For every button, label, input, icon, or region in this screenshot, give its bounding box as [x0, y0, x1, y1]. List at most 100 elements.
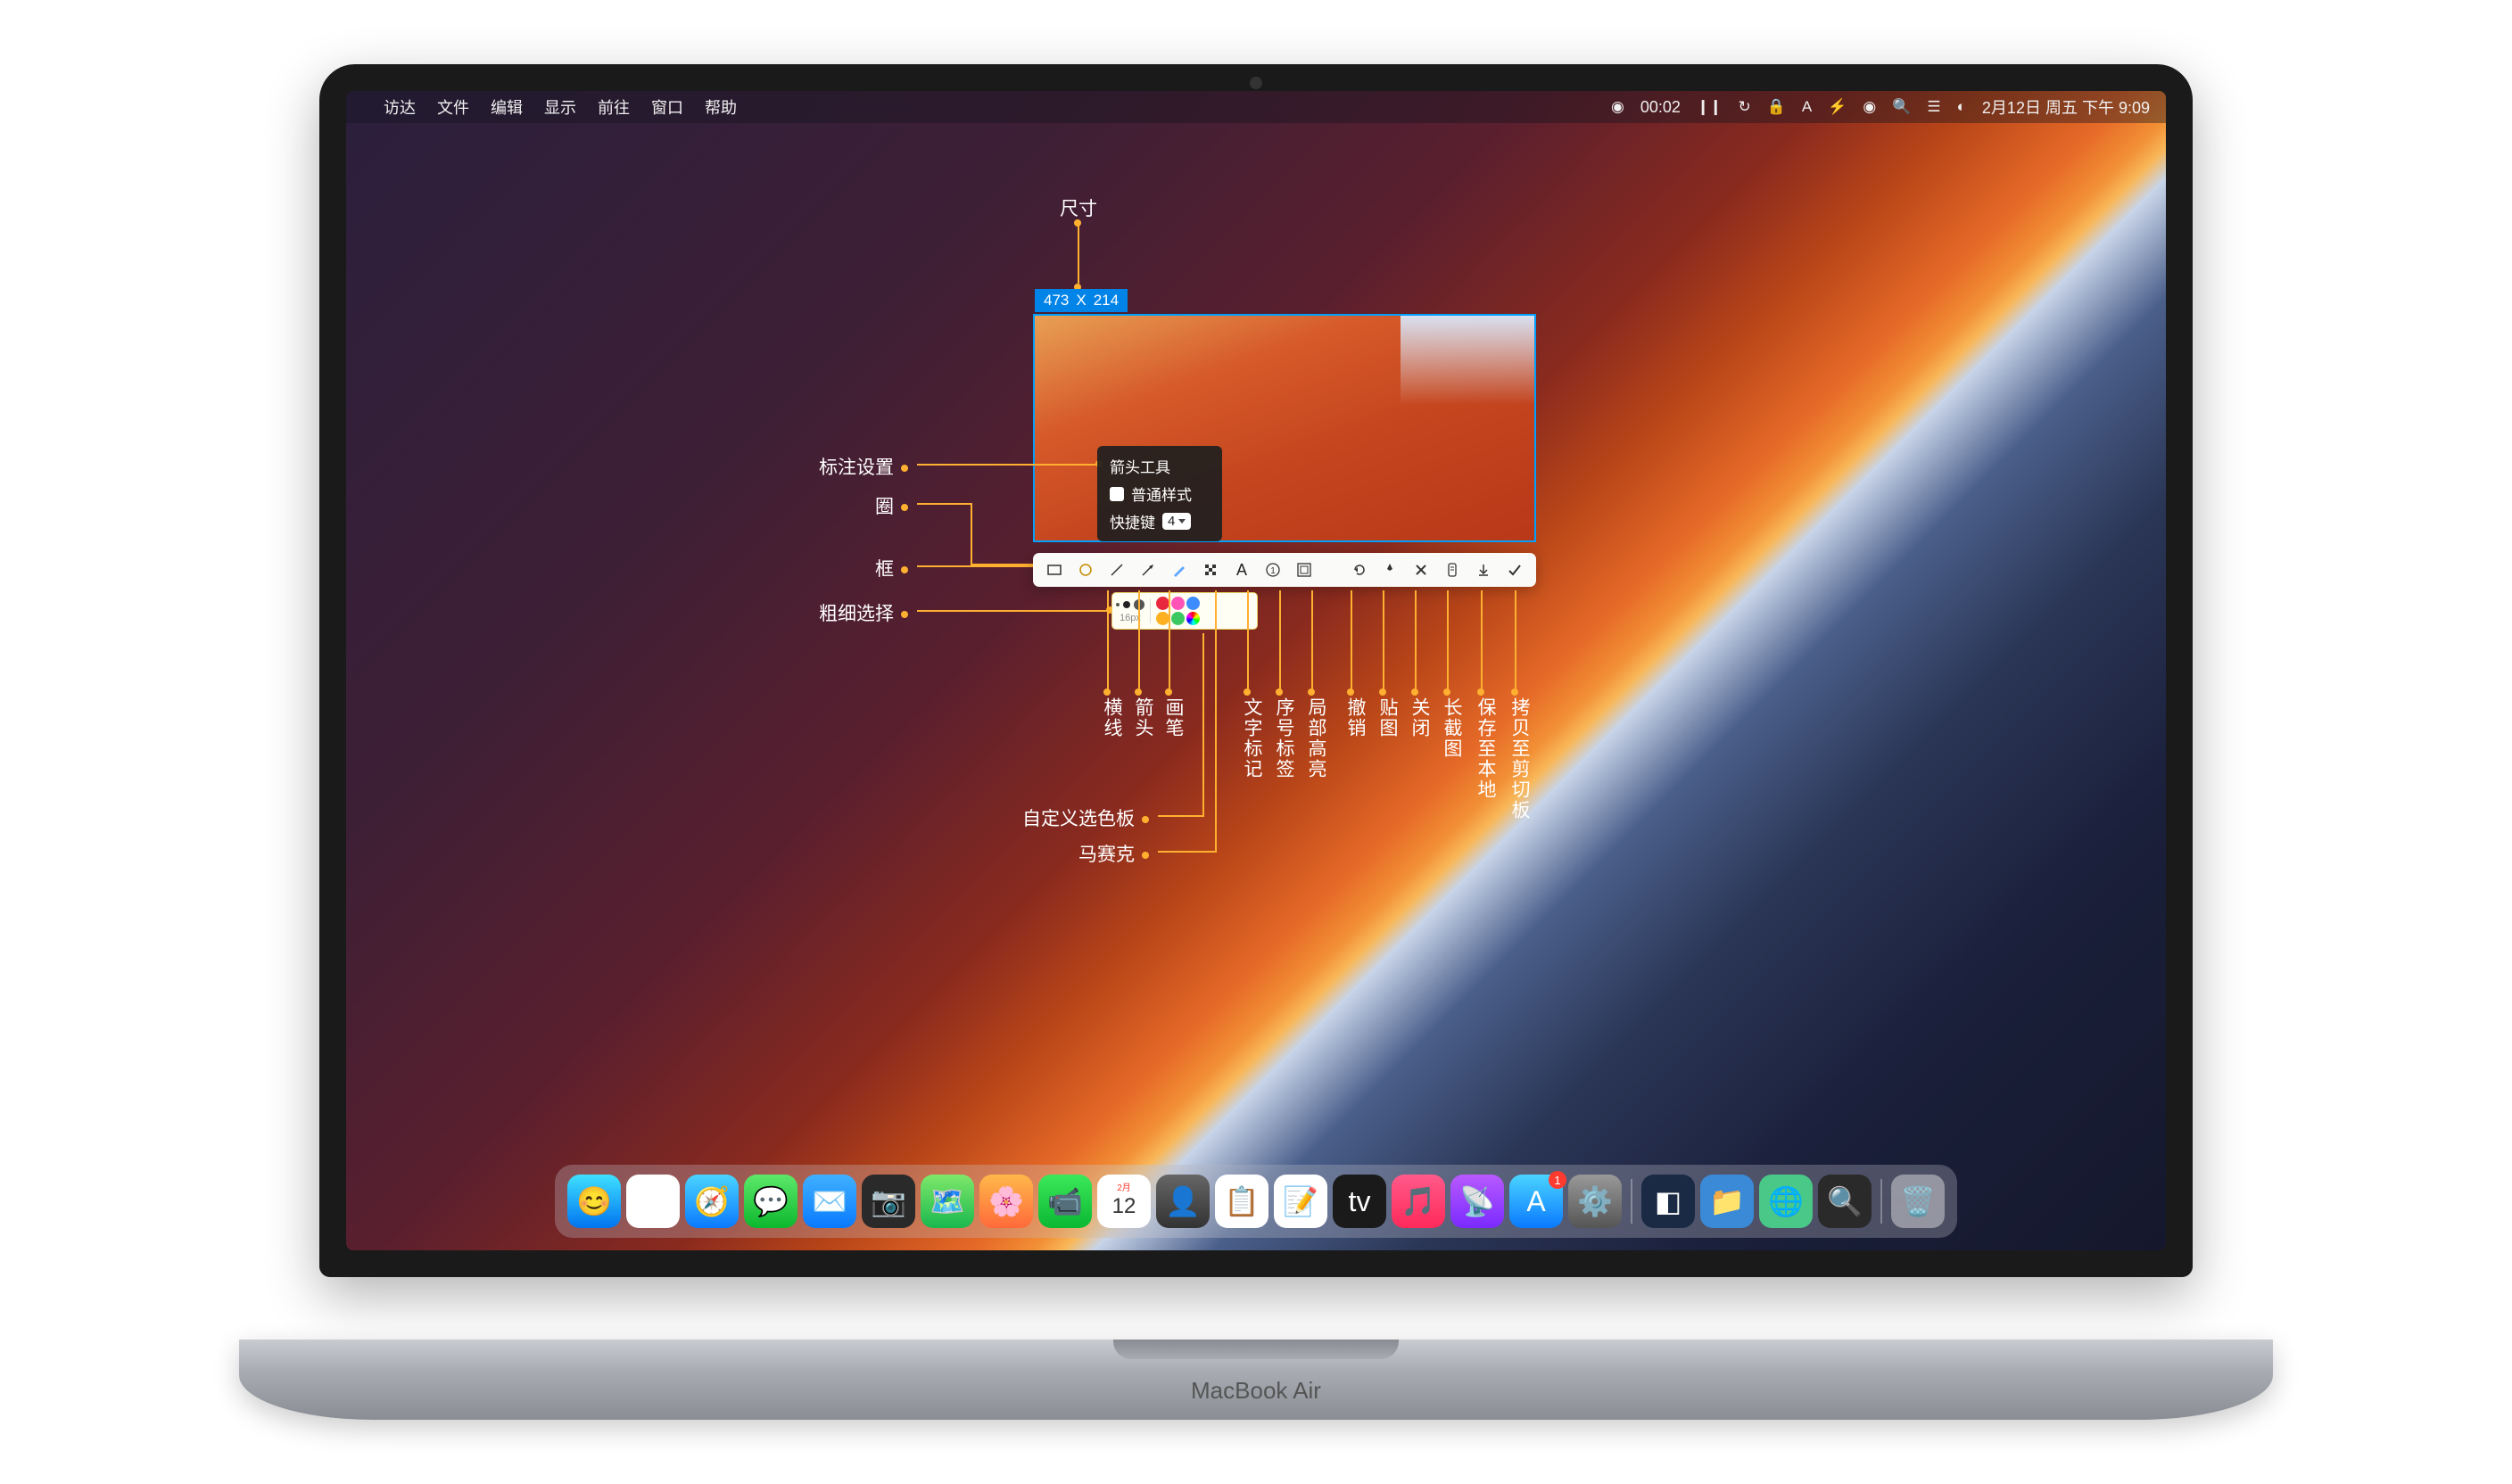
ann-dot [1379, 688, 1386, 696]
ann-dot [1276, 688, 1283, 696]
tool-circle[interactable] [1071, 556, 1100, 583]
ann-circle: 圈 [828, 492, 908, 519]
ann-dot [1165, 688, 1172, 696]
tool-highlight[interactable] [1290, 556, 1318, 583]
menubar: 访达 文件 编辑 显示 前往 窗口 帮助 ◉ 00:02 ❙❙ ↻ 🔒 A ⚡ … [346, 91, 2166, 123]
dock-trash[interactable]: 🗑️ [1891, 1175, 1945, 1228]
dock-music[interactable]: 🎵 [1392, 1175, 1445, 1228]
swatch-custom[interactable] [1186, 612, 1200, 625]
hotkey-dropdown[interactable]: 4 [1162, 513, 1191, 530]
dock-contacts[interactable]: 👤 [1156, 1175, 1210, 1228]
dock-reminders[interactable]: 📋 [1215, 1175, 1268, 1228]
ann-line [917, 464, 1095, 466]
control-center-icon[interactable]: ☰ [1927, 98, 1940, 116]
datetime[interactable]: 2月12日 周五 下午 9:09 [1982, 95, 2150, 119]
lock-icon[interactable]: 🔒 [1767, 98, 1786, 116]
size-badge: 473 X 214 [1035, 289, 1128, 312]
ann-line [917, 503, 971, 505]
swatch-pink[interactable] [1171, 597, 1185, 610]
vlabel-save: 保存至本地 [1472, 697, 1499, 800]
style-checkbox[interactable] [1110, 487, 1124, 501]
tool-text[interactable]: A [1227, 556, 1256, 583]
menu-window[interactable]: 窗口 [651, 95, 683, 119]
laptop-hinge-notch [1113, 1340, 1399, 1359]
ann-line [1279, 590, 1281, 690]
vlabel-line: 横线 [1098, 697, 1125, 738]
record-time: 00:02 [1640, 98, 1681, 117]
tool-close[interactable] [1407, 556, 1435, 583]
swatch-red[interactable] [1156, 597, 1169, 610]
tool-rect[interactable] [1040, 556, 1069, 583]
dock-settings[interactable]: ⚙️ [1568, 1175, 1622, 1228]
vlabel-arrow: 箭头 [1129, 697, 1156, 738]
ann-line [1158, 815, 1202, 817]
menu-view[interactable]: 显示 [544, 95, 576, 119]
tool-number[interactable]: 1 [1259, 556, 1287, 583]
tool-pin[interactable] [1376, 556, 1404, 583]
vlabel-copy: 拷贝至剪切板 [1506, 697, 1533, 820]
dock-tv[interactable]: tv [1333, 1175, 1386, 1228]
sync-icon[interactable]: ↻ [1738, 98, 1750, 116]
swatch-blue[interactable] [1186, 597, 1200, 610]
dock-finder[interactable]: 😊 [567, 1175, 621, 1228]
screen-frame: 访达 文件 编辑 显示 前往 窗口 帮助 ◉ 00:02 ❙❙ ↻ 🔒 A ⚡ … [319, 64, 2193, 1277]
color-swatches [1156, 597, 1200, 625]
swatch-green[interactable] [1171, 612, 1185, 625]
search-icon[interactable]: 🔍 [1892, 98, 1911, 116]
dock-screenshot[interactable]: 📷 [862, 1175, 915, 1228]
menu-finder[interactable]: 访达 [384, 95, 416, 119]
ann-line [917, 610, 1110, 612]
dock-notes[interactable]: 📝 [1274, 1175, 1327, 1228]
ann-line [1247, 590, 1249, 690]
dock-photos[interactable]: 🌸 [979, 1175, 1033, 1228]
dock-app2[interactable]: 📁 [1700, 1175, 1754, 1228]
tool-undo[interactable] [1344, 556, 1373, 583]
laptop-mockup: 访达 文件 编辑 显示 前往 窗口 帮助 ◉ 00:02 ❙❙ ↻ 🔒 A ⚡ … [239, 64, 2273, 1420]
menu-help[interactable]: 帮助 [705, 95, 737, 119]
dock-appstore[interactable]: A [1509, 1175, 1563, 1228]
pause-icon[interactable]: ❙❙ [1697, 98, 1723, 116]
tool-scroll-capture[interactable] [1438, 556, 1467, 583]
ann-mosaic: 马赛克 [1006, 840, 1149, 867]
siri-icon[interactable]: ◐ [1957, 98, 1966, 116]
dock-messages[interactable]: 💬 [744, 1175, 797, 1228]
ann-line [1383, 590, 1384, 690]
dock-podcasts[interactable]: 📡 [1450, 1175, 1504, 1228]
hotkey-label: 快捷键 [1110, 510, 1155, 532]
record-icon[interactable]: ◉ [1611, 98, 1624, 116]
dock-launchpad[interactable]: ⊞ [626, 1175, 680, 1228]
vlabel-text: 文字标记 [1238, 697, 1265, 779]
ann-palette: 自定义选色板 [971, 804, 1149, 831]
tool-arrow[interactable] [1134, 556, 1162, 583]
ann-line [1447, 590, 1449, 690]
dock-app1[interactable]: ◧ [1641, 1175, 1695, 1228]
dock-calendar[interactable]: 2月12 [1097, 1175, 1151, 1228]
tool-copy[interactable] [1500, 556, 1529, 583]
vlabel-pin: 贴图 [1374, 697, 1401, 738]
ann-line [971, 503, 972, 565]
dock-app3[interactable]: 🌐 [1759, 1175, 1813, 1228]
input-icon[interactable]: A [1802, 98, 1812, 116]
tool-pen[interactable] [1165, 556, 1194, 583]
menu-edit[interactable]: 编辑 [491, 95, 523, 119]
wifi-icon[interactable]: ◉ [1863, 98, 1876, 116]
dock-app4[interactable]: 🔍 [1818, 1175, 1872, 1228]
dock-safari[interactable]: 🧭 [685, 1175, 739, 1228]
dock-facetime[interactable]: 📹 [1038, 1175, 1092, 1228]
camera-notch [1250, 77, 1262, 89]
size-selector[interactable]: 16px [1116, 599, 1144, 623]
ann-line [1107, 590, 1109, 690]
swatch-orange[interactable] [1156, 612, 1169, 625]
dock-mail[interactable]: ✉️ [803, 1175, 856, 1228]
battery-icon[interactable]: ⚡ [1828, 98, 1847, 116]
tool-mosaic[interactable] [1196, 556, 1225, 583]
vlabel-number: 序号标签 [1270, 697, 1297, 779]
menu-file[interactable]: 文件 [437, 95, 469, 119]
ann-size: 尺寸 [1060, 194, 1097, 221]
vlabel-undo: 撤销 [1342, 697, 1368, 738]
tool-save[interactable] [1469, 556, 1498, 583]
dock-maps[interactable]: 🗺️ [921, 1175, 974, 1228]
vlabel-close: 关闭 [1406, 697, 1433, 738]
menu-go[interactable]: 前往 [598, 95, 630, 119]
tool-line[interactable] [1103, 556, 1131, 583]
